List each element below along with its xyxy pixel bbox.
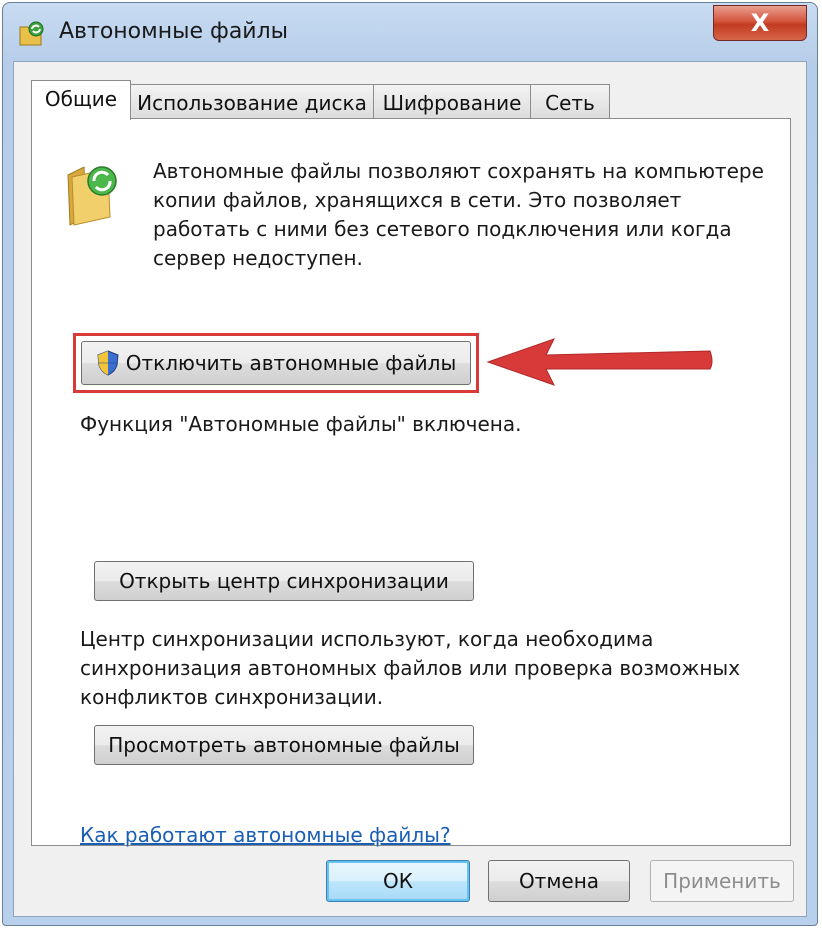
help-link[interactable]: Как работают автономные файлы? bbox=[80, 823, 451, 847]
uac-shield-icon bbox=[97, 350, 119, 376]
disable-offline-files-label: Отключить автономные файлы bbox=[125, 351, 457, 375]
view-offline-files-button[interactable]: Просмотреть автономные файлы bbox=[94, 725, 474, 765]
tab-disk-usage[interactable]: Использование диска bbox=[130, 84, 374, 118]
title-bar[interactable]: Автономные файлы X bbox=[3, 3, 817, 63]
offline-files-dialog: Автономные файлы X Общие Использование д… bbox=[2, 2, 818, 926]
dialog-client-area: Общие Использование диска Шифрование Сет… bbox=[13, 61, 807, 917]
offline-files-description: Автономные файлы позволяют сохранять на … bbox=[153, 159, 764, 270]
cancel-button[interactable]: Отмена bbox=[488, 860, 630, 902]
offline-files-icon bbox=[19, 21, 44, 46]
offline-folder-icon bbox=[67, 166, 117, 226]
tab-panel-general: Автономные файлы позволяют сохранять на … bbox=[31, 118, 791, 847]
offline-files-status: Функция "Автономные файлы" включена. bbox=[80, 412, 522, 436]
disable-offline-files-button[interactable]: Отключить автономные файлы bbox=[81, 341, 471, 385]
close-button[interactable]: X bbox=[713, 5, 807, 41]
red-arrow-annotation bbox=[486, 338, 713, 386]
apply-button[interactable]: Применить bbox=[650, 860, 794, 902]
tab-encryption[interactable]: Шифрование bbox=[373, 84, 531, 118]
window-title: Автономные файлы bbox=[59, 19, 289, 44]
ok-button[interactable]: ОК bbox=[326, 860, 470, 902]
tab-general[interactable]: Общие bbox=[31, 80, 131, 120]
tab-network[interactable]: Сеть bbox=[530, 84, 610, 118]
sync-center-description: Центр синхронизации используют, когда не… bbox=[80, 627, 741, 709]
open-sync-center-button[interactable]: Открыть центр синхронизации bbox=[94, 561, 474, 601]
close-icon: X bbox=[750, 9, 770, 37]
